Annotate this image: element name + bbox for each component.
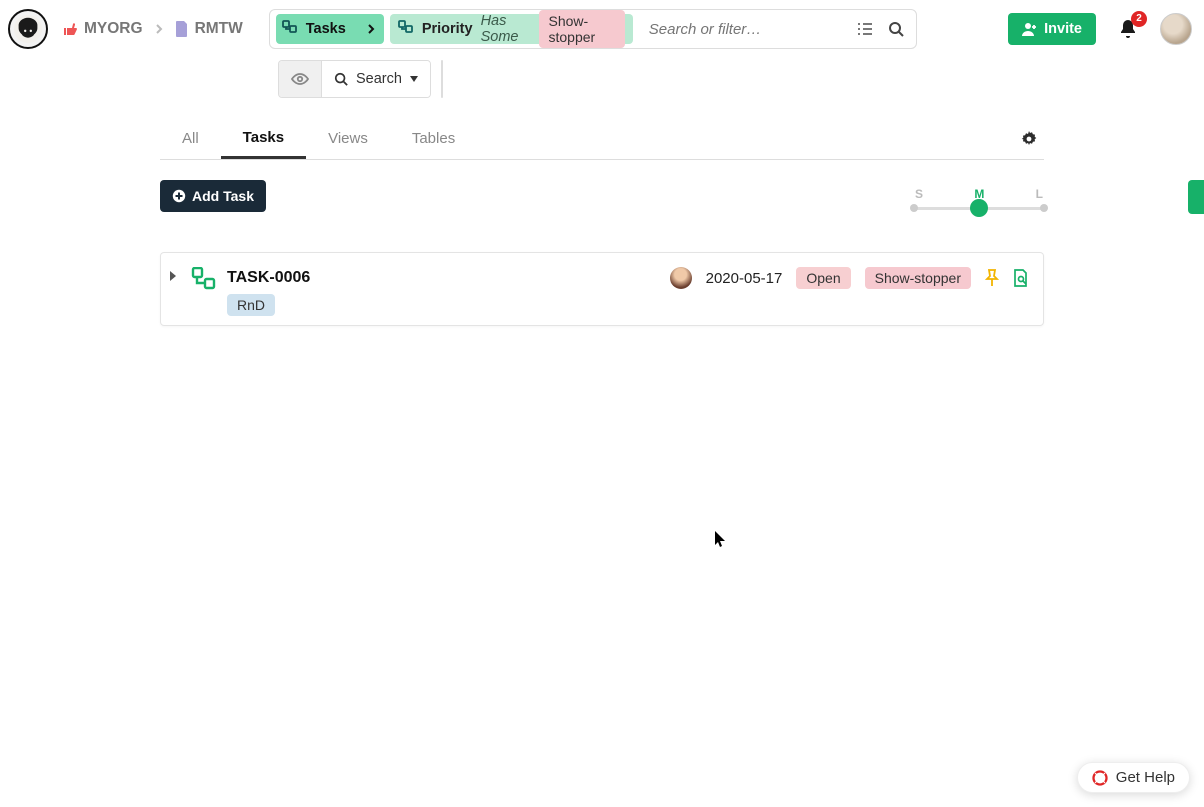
breadcrumb-project[interactable]: RMTW — [175, 20, 243, 38]
breadcrumb: MYORG RMTW — [62, 20, 243, 38]
filter-chip-priority[interactable]: Priority Has Some Show-stopper — [390, 14, 633, 44]
save-share-group: Share — [441, 60, 443, 98]
gear-icon — [1020, 130, 1038, 148]
thumbs-up-icon — [62, 21, 78, 37]
cursor-icon — [714, 530, 728, 548]
app-logo[interactable] — [8, 9, 48, 49]
task-row[interactable]: TASK-0006 2020-05-17 Open Show-stopper R… — [160, 252, 1044, 326]
task-date: 2020-05-17 — [706, 270, 783, 287]
help-ring-icon — [1092, 770, 1108, 786]
tasks-icon — [282, 20, 300, 38]
filter-chip-tasks[interactable]: Tasks — [276, 14, 384, 44]
add-task-label: Add Task — [192, 188, 254, 204]
document-icon — [175, 21, 189, 37]
chevron-right-icon — [366, 23, 376, 35]
tab-views[interactable]: Views — [306, 118, 390, 159]
global-search-input[interactable] — [639, 21, 850, 38]
task-team-badge: RnD — [227, 294, 275, 316]
add-task-button[interactable]: Add Task — [160, 180, 266, 212]
search-icon — [334, 72, 348, 86]
tab-tasks[interactable]: Tasks — [221, 118, 306, 159]
caret-down-icon — [410, 76, 418, 82]
slider-knob[interactable] — [970, 199, 988, 217]
assignee-avatar[interactable] — [670, 267, 692, 289]
edit-page-button[interactable] — [442, 61, 443, 97]
tab-tables[interactable]: Tables — [390, 118, 477, 159]
card-size-slider[interactable]: S M L — [914, 183, 1044, 210]
plus-circle-icon — [172, 189, 186, 203]
slider-label-l: L — [1036, 187, 1043, 201]
slider-stop — [1040, 204, 1048, 212]
filter-chip-priority-label: Priority — [422, 21, 473, 37]
task-priority-badge: Show-stopper — [865, 267, 971, 289]
tasks-icon — [398, 20, 416, 38]
right-drawer-handle[interactable] — [1188, 180, 1204, 214]
get-help-label: Get Help — [1116, 769, 1175, 786]
tabs: All Tasks Views Tables — [160, 118, 1044, 160]
invite-label: Invite — [1044, 21, 1082, 37]
invite-button[interactable]: Invite — [1008, 13, 1096, 45]
eye-icon — [291, 72, 309, 86]
search-group: Search — [278, 60, 431, 98]
tab-all[interactable]: All — [160, 118, 221, 159]
breadcrumb-org[interactable]: MYORG — [62, 20, 143, 38]
filter-chip-priority-value: Show-stopper — [539, 10, 625, 48]
breadcrumb-org-label: MYORG — [84, 20, 143, 38]
get-help-button[interactable]: Get Help — [1077, 762, 1190, 793]
pin-button[interactable] — [985, 269, 999, 287]
settings-button[interactable] — [1014, 130, 1044, 148]
task-type-icon — [191, 267, 219, 293]
slider-label-s: S — [915, 187, 923, 201]
open-details-button[interactable] — [1013, 269, 1029, 287]
expand-caret[interactable] — [169, 267, 183, 281]
search-icon[interactable] — [888, 21, 904, 37]
user-plus-icon — [1022, 22, 1038, 36]
notification-count-badge: 2 — [1131, 11, 1147, 27]
visibility-toggle[interactable] — [279, 61, 322, 97]
filter-chip-priority-op: Has Some — [481, 13, 533, 45]
slider-stop — [910, 204, 918, 212]
filter-chip-tasks-label: Tasks — [306, 21, 346, 37]
user-avatar[interactable] — [1160, 13, 1192, 45]
task-state-badge: Open — [796, 267, 850, 289]
search-dropdown[interactable]: Search — [322, 61, 430, 97]
search-dropdown-label: Search — [356, 71, 402, 87]
chevron-right-icon — [153, 23, 165, 35]
list-view-icon[interactable] — [856, 21, 874, 37]
task-id: TASK-0006 — [227, 269, 310, 287]
filter-search-bar: Tasks Priority Has Some Show-stopper — [269, 9, 917, 49]
breadcrumb-project-label: RMTW — [195, 20, 243, 38]
notifications-button[interactable]: 2 — [1118, 18, 1138, 40]
